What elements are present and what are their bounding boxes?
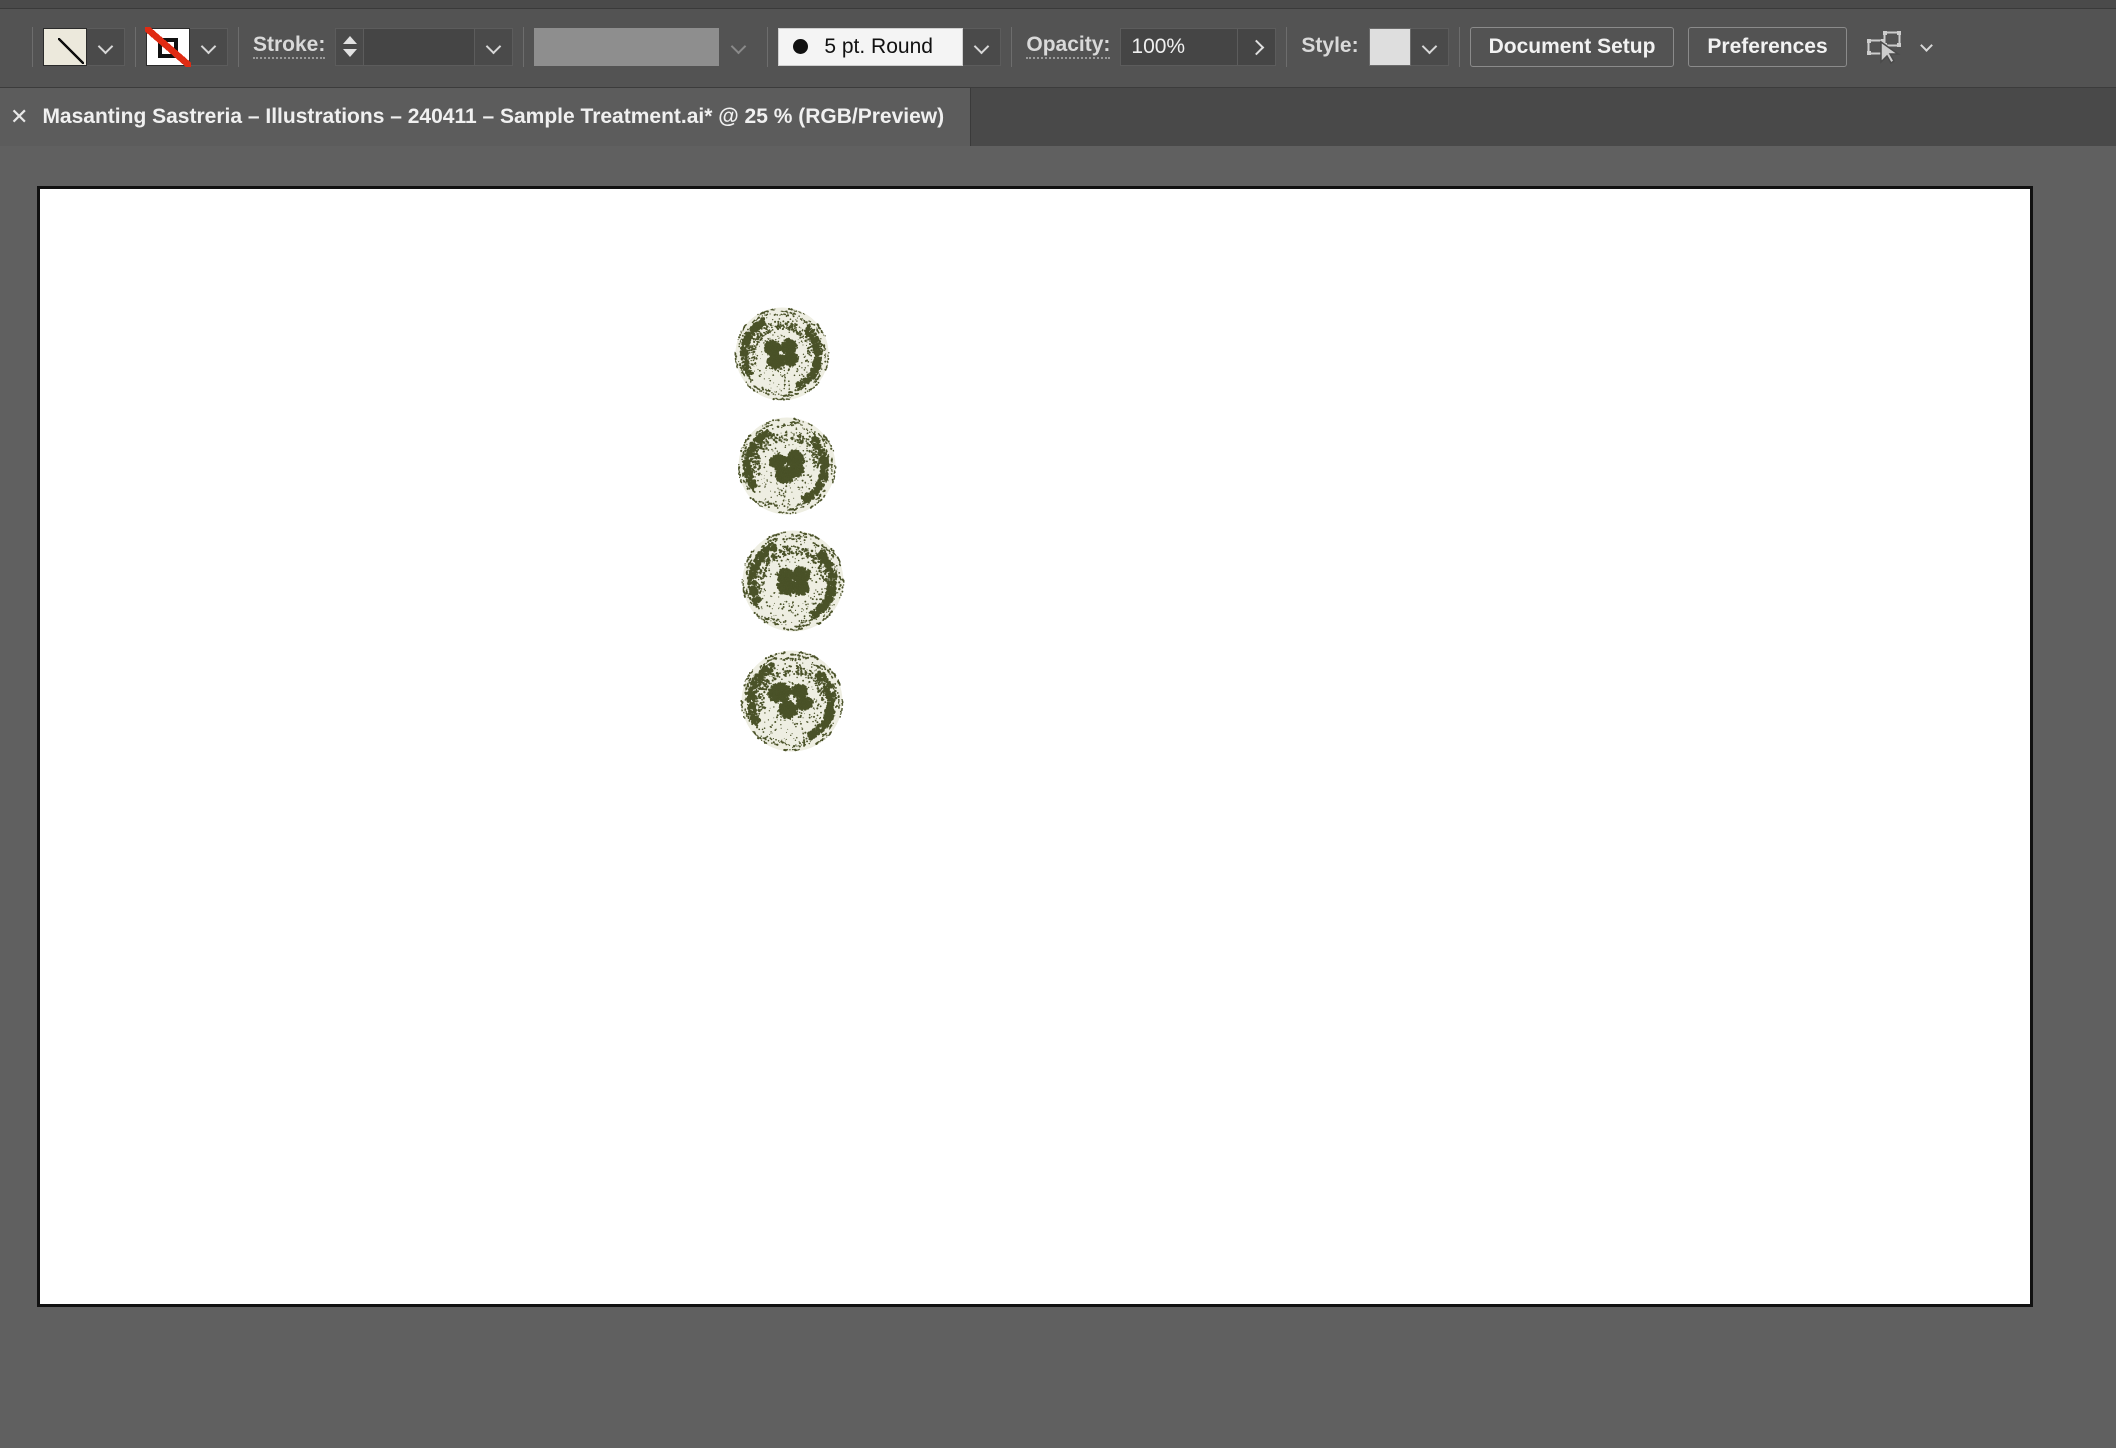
preferences-button[interactable]: Preferences — [1688, 26, 1847, 67]
dish-2[interactable] — [737, 416, 837, 516]
stroke-weight-dropdown-button[interactable] — [475, 27, 514, 66]
toolbar-divider — [238, 26, 239, 67]
opacity-popup-button[interactable] — [1238, 27, 1277, 66]
toolbar-divider — [1458, 26, 1460, 67]
toolbar-divider — [1286, 26, 1288, 67]
opacity-control[interactable]: 100% — [1120, 27, 1277, 66]
brush-definition-preview[interactable]: 5 pt. Round — [778, 27, 964, 66]
document-setup-button[interactable]: Document Setup — [1469, 26, 1675, 67]
stepper-up-icon[interactable] — [342, 36, 357, 44]
dish-3[interactable] — [741, 529, 845, 633]
width-profile-preview[interactable] — [534, 27, 720, 66]
brush-definition-dropdown-button[interactable] — [963, 27, 1002, 66]
toolbar-divider — [135, 26, 136, 67]
width-profile-control[interactable] — [534, 27, 758, 66]
artwork-group[interactable] — [40, 189, 2030, 1304]
stroke-control[interactable] — [145, 26, 228, 67]
select-similar-objects-control[interactable] — [1866, 30, 1934, 64]
style-label: Style: — [1301, 33, 1359, 57]
stroke-dropdown-button[interactable] — [190, 27, 228, 66]
brush-definition-control[interactable]: 5 pt. Round — [778, 27, 1002, 66]
chevron-down-icon — [975, 40, 988, 53]
chevron-down-icon[interactable] — [1921, 40, 1934, 53]
close-icon[interactable]: ✕ — [10, 106, 28, 128]
toolbar-divider — [1011, 26, 1013, 67]
dish-1[interactable] — [734, 306, 830, 402]
stroke-color-swatch[interactable] — [145, 26, 191, 67]
chevron-down-icon — [202, 40, 215, 53]
chevron-down-icon — [99, 40, 112, 53]
illustrator-window: Stroke: 5 pt. Round Opacity: 100% Style:… — [0, 0, 2116, 1448]
graphic-style-control[interactable] — [1368, 27, 1449, 66]
document-tab[interactable]: ✕ Masanting Sastreria – Illustrations – … — [0, 88, 972, 146]
fill-control[interactable] — [43, 27, 125, 66]
control-bar: Stroke: 5 pt. Round Opacity: 100% Style:… — [0, 0, 2116, 88]
fill-dropdown-button[interactable] — [87, 27, 125, 66]
fill-color-swatch[interactable] — [43, 27, 87, 66]
canvas-area[interactable] — [0, 146, 2116, 1448]
toolbar-divider — [767, 26, 769, 67]
toolbar-divider — [523, 26, 525, 67]
chevron-right-icon — [1251, 41, 1263, 53]
stepper-down-icon[interactable] — [342, 49, 357, 57]
toolbar-divider — [32, 26, 33, 67]
document-tab-title: Masanting Sastreria – Illustrations – 24… — [42, 105, 945, 128]
width-profile-dropdown-button[interactable] — [719, 27, 758, 66]
stroke-weight-stepper[interactable] — [335, 27, 364, 66]
stroke-weight-input[interactable] — [363, 27, 476, 66]
none-slash-icon — [145, 26, 191, 67]
stroke-weight-control[interactable] — [335, 27, 514, 66]
dish-4[interactable] — [740, 649, 844, 753]
chevron-down-icon — [1423, 40, 1436, 53]
graphic-style-swatch[interactable] — [1368, 27, 1411, 66]
stroke-label[interactable]: Stroke: — [253, 33, 326, 60]
graphic-style-dropdown-button[interactable] — [1410, 27, 1449, 66]
brush-definition-label: 5 pt. Round — [824, 34, 933, 58]
artboard[interactable] — [37, 186, 2033, 1307]
select-similar-objects-icon — [1866, 30, 1901, 64]
opacity-input[interactable]: 100% — [1120, 27, 1239, 66]
chevron-down-icon — [732, 40, 745, 53]
chevron-down-icon — [487, 40, 500, 53]
opacity-label[interactable]: Opacity: — [1026, 33, 1111, 60]
document-tab-strip: ✕ Masanting Sastreria – Illustrations – … — [0, 88, 2116, 146]
brush-dot-icon — [793, 39, 809, 54]
